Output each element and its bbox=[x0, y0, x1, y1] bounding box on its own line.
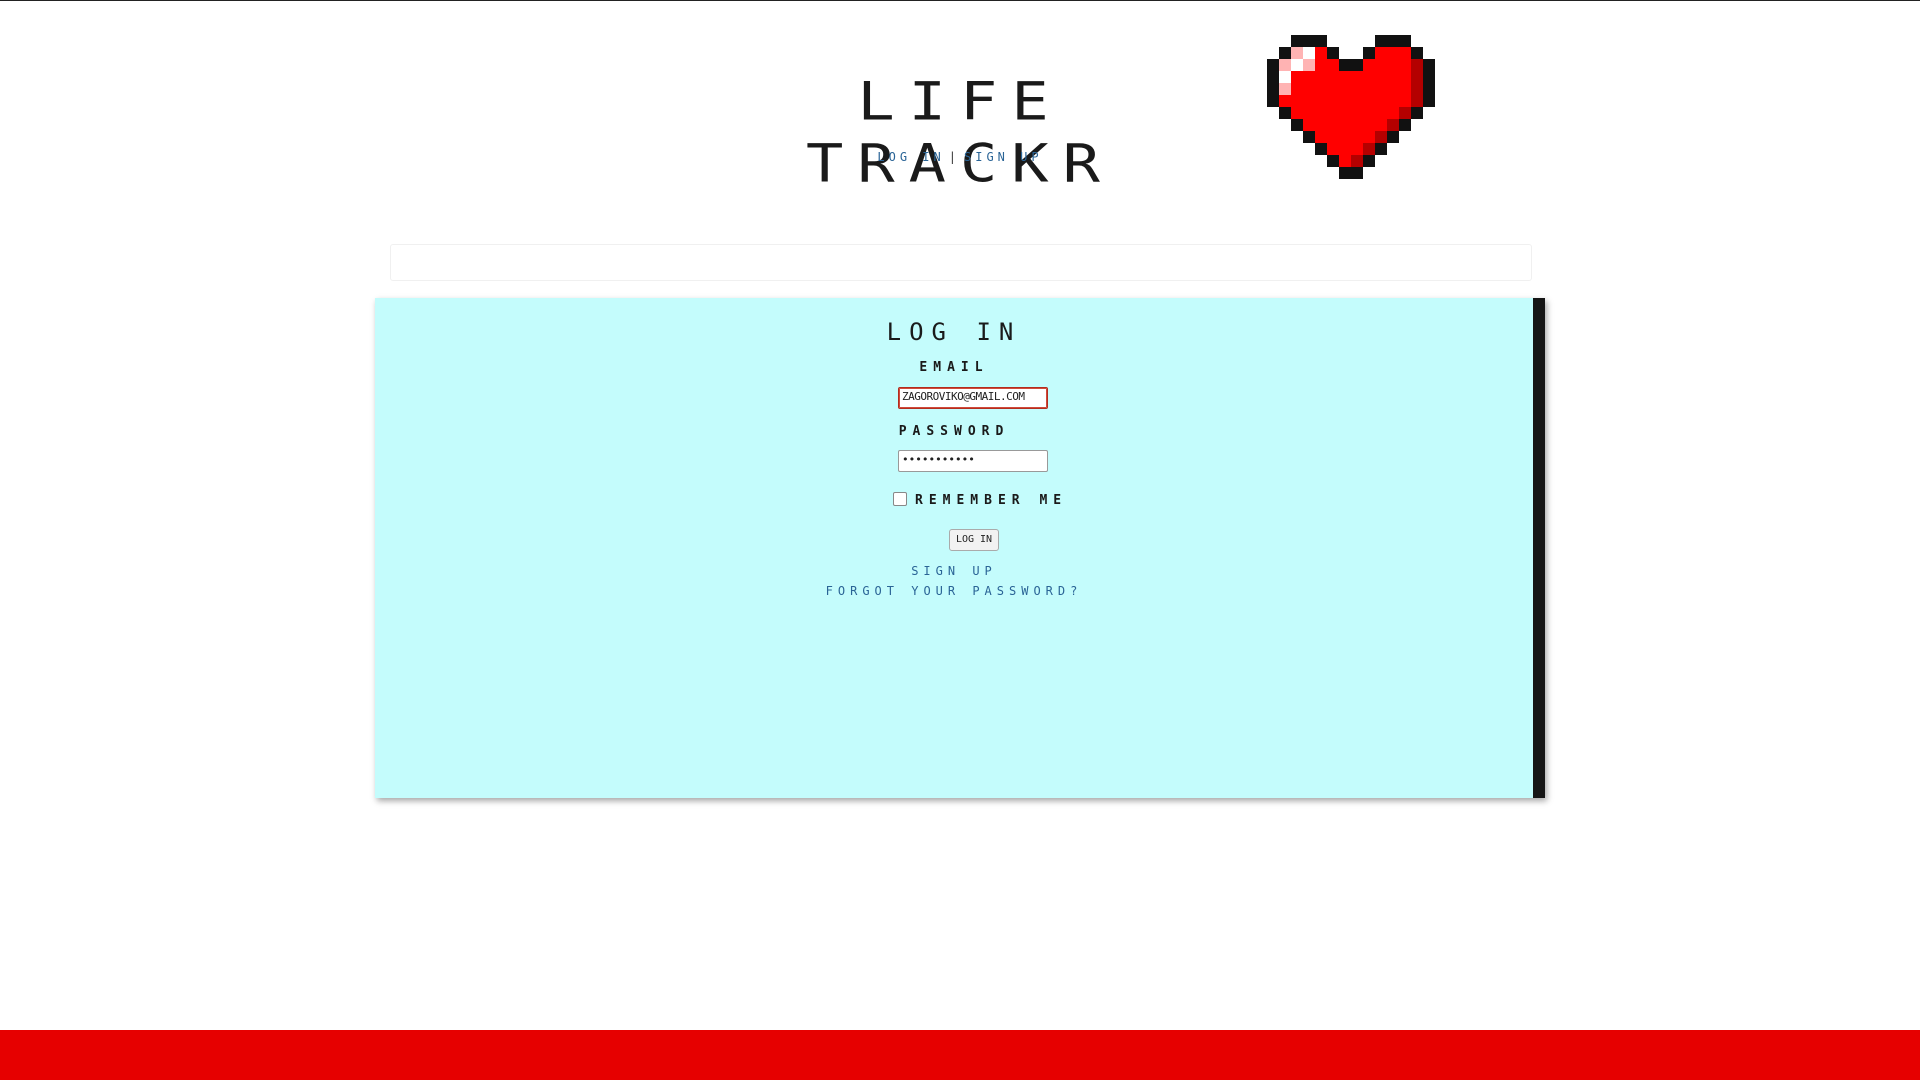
login-panel: LOG IN EMAIL ZAGOROVIKO@GMAIL.COM PASSWO… bbox=[375, 298, 1545, 798]
app-title: LIFE TRACKR bbox=[806, 70, 1114, 195]
email-field-value: ZAGOROVIKO@GMAIL.COM bbox=[902, 390, 1025, 403]
forgot-password-link[interactable]: FORGOT YOUR PASSWORD? bbox=[375, 584, 1533, 598]
pixel-heart-icon bbox=[1267, 35, 1435, 179]
top-nav-separator: | bbox=[948, 150, 960, 164]
login-submit-button[interactable]: LOG IN bbox=[949, 529, 999, 551]
site-header: LIFE TRACKR LOG IN | SIGN UP bbox=[0, 0, 1920, 200]
email-label: EMAIL bbox=[919, 360, 989, 375]
password-field-value: ••••••••••• bbox=[902, 453, 975, 466]
remember-me-row: REMEMBER ME bbox=[893, 491, 1068, 508]
remember-me-checkbox[interactable] bbox=[893, 491, 907, 506]
top-nav-signup-link[interactable]: SIGN UP bbox=[964, 150, 1043, 164]
top-nav-login-link[interactable]: LOG IN bbox=[877, 150, 944, 164]
signup-link[interactable]: SIGN UP bbox=[375, 564, 1533, 578]
flash-message-bar bbox=[390, 244, 1532, 281]
password-field[interactable]: ••••••••••• bbox=[898, 450, 1048, 472]
footer-bar bbox=[0, 1030, 1920, 1080]
top-nav: LOG IN | SIGN UP bbox=[870, 150, 1050, 164]
email-field[interactable]: ZAGOROVIKO@GMAIL.COM bbox=[898, 387, 1048, 409]
login-heading: LOG IN bbox=[886, 318, 1022, 346]
password-label: PASSWORD bbox=[898, 424, 1010, 439]
remember-me-label: REMEMBER ME bbox=[915, 493, 1068, 508]
